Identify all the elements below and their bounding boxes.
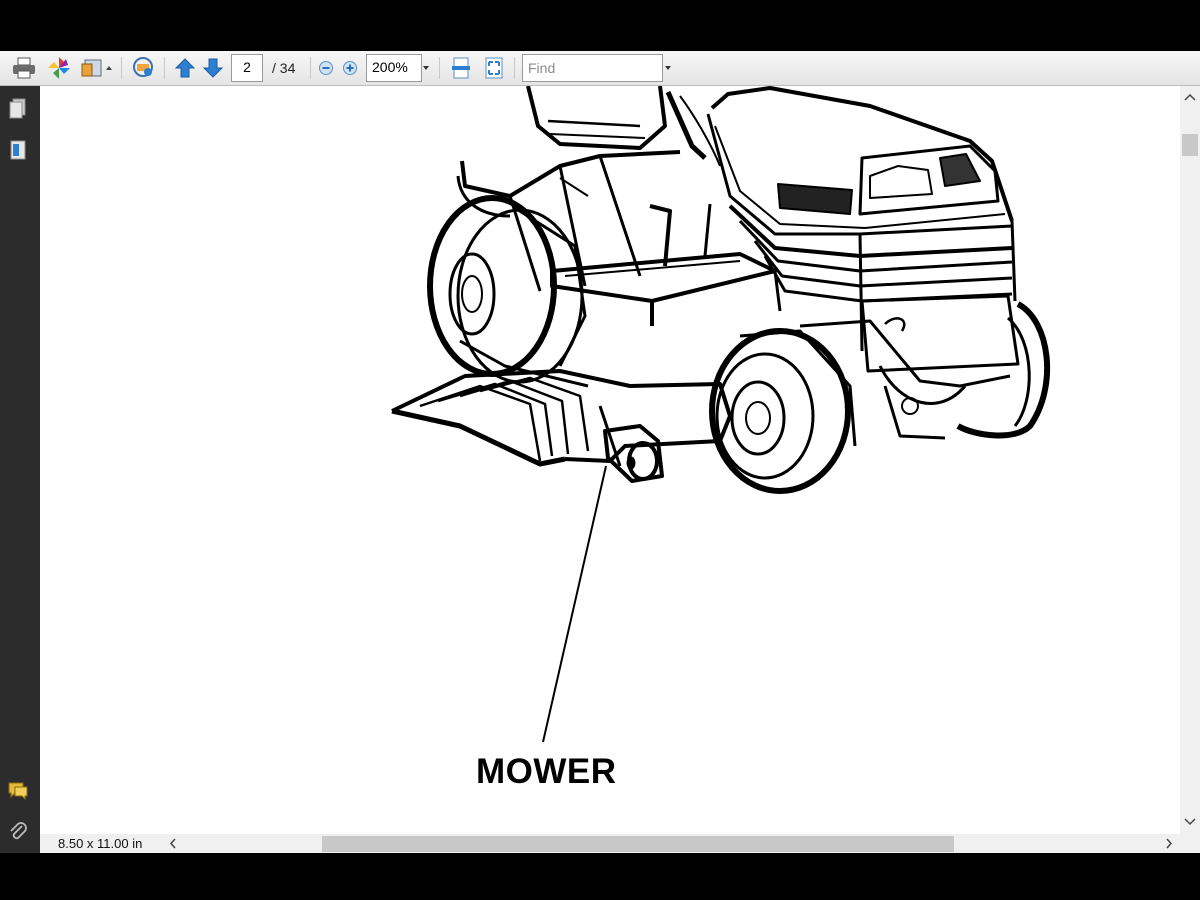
toolbar-separator	[439, 57, 440, 79]
previous-page-button[interactable]	[173, 55, 197, 81]
comments-icon	[8, 782, 28, 801]
document-page: MOWER	[40, 86, 1180, 834]
fit-page-button[interactable]	[482, 55, 506, 81]
chevron-up-icon[interactable]	[1180, 89, 1200, 105]
mower-callout-line	[542, 465, 607, 743]
pages-icon	[9, 98, 26, 119]
attachments-panel-button[interactable]	[8, 821, 28, 848]
comment-button[interactable]	[129, 55, 157, 81]
chevron-right-icon[interactable]	[1162, 834, 1176, 853]
toolbar-separator	[310, 57, 311, 79]
navigation-sidebar	[0, 86, 40, 853]
chevron-down-icon	[665, 66, 671, 70]
fit-page-icon	[485, 57, 503, 79]
bookmarks-panel-button[interactable]	[8, 139, 28, 166]
vertical-scrollbar[interactable]	[1180, 86, 1200, 834]
find-input[interactable]: Find	[522, 54, 663, 82]
zoom-dropdown[interactable]	[420, 55, 432, 81]
zoom-level-input[interactable]: 200%	[366, 54, 422, 82]
arrow-up-icon	[174, 58, 196, 78]
zoom-in-button[interactable]	[340, 55, 360, 81]
chevron-down-icon	[423, 66, 429, 70]
chevron-left-icon[interactable]	[166, 834, 180, 853]
page-count: / 34	[272, 60, 296, 76]
chevron-down-icon[interactable]	[1180, 814, 1200, 830]
status-bar: 8.50 x 11.00 in	[40, 834, 1200, 853]
fit-width-icon	[452, 57, 470, 79]
attachment-icon	[10, 822, 27, 840]
print-icon	[13, 57, 35, 79]
toolbar-separator	[121, 57, 122, 79]
share-icon	[81, 59, 112, 77]
next-page-button[interactable]	[201, 55, 225, 81]
page-number-input[interactable]: 2	[231, 54, 263, 82]
pages-panel-button[interactable]	[8, 98, 28, 125]
horizontal-scroll-thumb[interactable]	[322, 836, 954, 852]
zoom-in-icon	[343, 61, 357, 75]
find-options-dropdown[interactable]	[662, 55, 674, 81]
tractor-illustration	[391, 86, 1051, 743]
fit-width-button[interactable]	[449, 55, 473, 81]
print-button[interactable]	[10, 55, 38, 81]
zoom-out-icon	[319, 61, 333, 75]
page-size-label: 8.50 x 11.00 in	[58, 836, 143, 851]
vertical-scroll-thumb[interactable]	[1182, 134, 1198, 156]
comments-panel-button[interactable]	[7, 781, 29, 806]
chat-bubble-icon	[133, 57, 153, 77]
mower-label: MOWER	[476, 752, 617, 791]
pinwheel-icon	[48, 57, 70, 79]
pinwheel-button[interactable]	[45, 55, 73, 81]
bookmarks-icon	[10, 140, 26, 160]
zoom-out-button[interactable]	[316, 55, 336, 81]
toolbar-separator	[514, 57, 515, 79]
arrow-down-icon	[202, 58, 224, 78]
toolbar: 2 / 34 200% Find	[0, 51, 1200, 86]
toolbar-separator	[164, 57, 165, 79]
share-button[interactable]	[80, 55, 116, 81]
